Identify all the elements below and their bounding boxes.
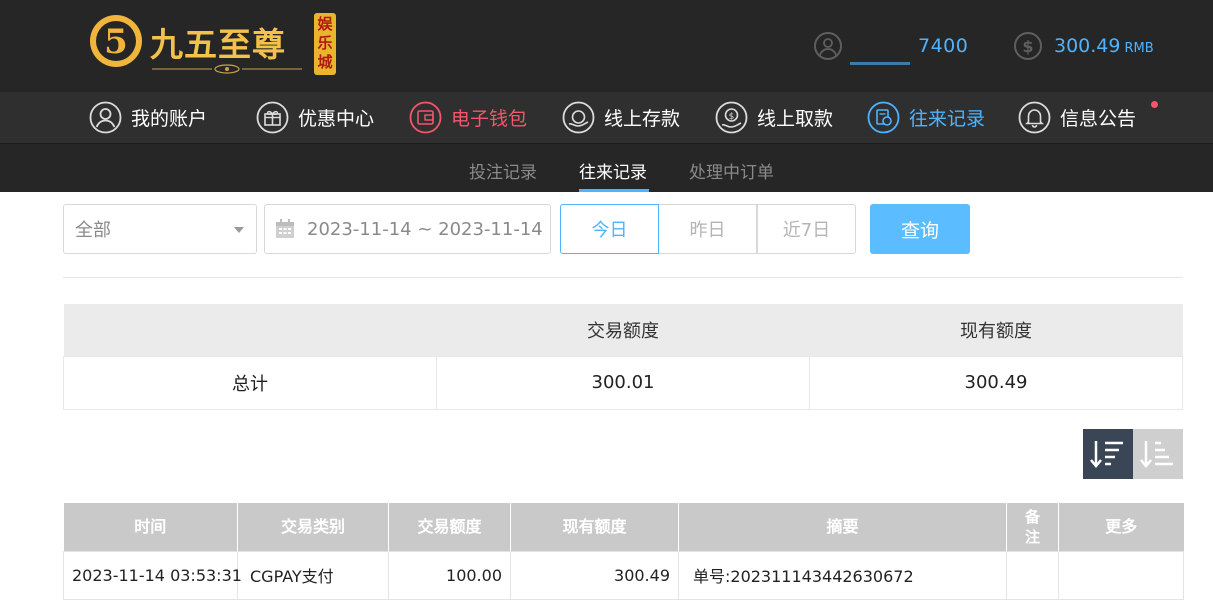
nav-e-wallet[interactable]: 电子钱包 <box>409 101 527 134</box>
today-button[interactable]: 今日 <box>560 204 659 254</box>
top-header: 5 九五至尊 娱乐城 7400 $ 300.49 RMB <box>0 0 1213 92</box>
nav-announcements[interactable]: 信息公告 <box>1018 101 1136 134</box>
yesterday-button[interactable]: 昨日 <box>658 204 757 254</box>
sort-descending-icon <box>1090 441 1123 468</box>
tab-transaction-records[interactable]: 往来记录 <box>579 158 647 183</box>
calendar-icon <box>276 219 294 238</box>
col-note[interactable]: 备注 <box>1006 503 1059 551</box>
summary-header-transaction-amount: 交易额度 <box>436 304 810 356</box>
nav-label: 我的账户 <box>131 108 208 130</box>
query-button[interactable]: 查询 <box>870 204 970 254</box>
nav-label: 线上取款 <box>757 108 834 130</box>
wallet-icon <box>409 101 442 134</box>
nav-label: 信息公告 <box>1060 108 1137 130</box>
chevron-down-icon <box>234 227 244 233</box>
bell-icon <box>1018 101 1051 134</box>
summary-header-current-amount: 现有额度 <box>809 304 1183 356</box>
svg-text:5: 5 <box>104 22 128 62</box>
col-summary[interactable]: 摘要 <box>678 503 1007 551</box>
gift-icon <box>256 101 289 134</box>
nav-online-withdraw[interactable]: $ 线上取款 <box>715 101 833 134</box>
cell-time: 2023-11-14 03:53:31 <box>63 550 242 600</box>
nav-label: 优惠中心 <box>298 108 375 130</box>
username: 7400 <box>850 35 968 65</box>
cell-note <box>1006 550 1059 600</box>
logo-ornament-icon <box>152 64 302 74</box>
summary-current-amount: 300.49 <box>809 355 1183 410</box>
tab-pending-orders[interactable]: 处理中订单 <box>689 158 774 183</box>
withdraw-icon: $ <box>715 101 748 134</box>
sub-nav: 投注记录 往来记录 处理中订单 <box>0 143 1213 192</box>
cell-balance: 300.49 <box>510 550 679 600</box>
main-nav: 我的账户 优惠中心 电子钱包 线上存款 $ 线上取款 往来记录 信息公告 <box>0 92 1213 143</box>
logo-badge: 娱乐城 <box>314 13 336 75</box>
summary-header-label <box>63 304 437 356</box>
notification-dot <box>1151 101 1158 108</box>
col-more[interactable]: 更多 <box>1058 503 1184 551</box>
balance-amount: 300.49 RMB <box>1054 35 1154 57</box>
divider <box>63 277 1183 278</box>
sort-ascending-icon <box>1140 441 1173 468</box>
records-icon <box>867 101 900 134</box>
sort-descending-button[interactable] <box>1083 429 1133 479</box>
nav-label: 往来记录 <box>909 108 986 130</box>
date-range-value: 2023-11-14 ~ 2023-11-14 <box>307 218 543 240</box>
tab-bet-records[interactable]: 投注记录 <box>469 158 537 183</box>
summary-total-label: 总计 <box>63 355 437 410</box>
col-amount[interactable]: 交易额度 <box>388 503 511 551</box>
cell-type: CGPAY支付 <box>237 550 389 600</box>
svg-text:$: $ <box>729 112 735 122</box>
logo-text: 九五至尊 <box>150 25 286 64</box>
cell-summary: 单号:202311143442630672 <box>678 550 1007 600</box>
summary-table: 交易额度 现有额度 总计 300.01 300.49 <box>63 304 1183 410</box>
active-tab-indicator <box>579 189 649 192</box>
summary-transaction-amount: 300.01 <box>436 355 810 410</box>
type-select-value: 全部 <box>75 220 111 241</box>
deposit-icon <box>562 101 595 134</box>
balance-info: $ 300.49 RMB <box>1014 31 1154 61</box>
user-info[interactable]: 7400 <box>814 31 968 65</box>
type-select[interactable]: 全部 <box>63 204 257 254</box>
svg-text:$: $ <box>1022 37 1033 56</box>
summary-total-row: 总计 300.01 300.49 <box>63 355 1183 410</box>
sort-ascending-button[interactable] <box>1133 429 1183 479</box>
col-balance[interactable]: 现有额度 <box>510 503 679 551</box>
col-type[interactable]: 交易类别 <box>237 503 389 551</box>
table-row[interactable]: 2023-11-14 03:53:31 CGPAY支付 100.00 300.4… <box>63 550 1184 600</box>
date-range-input[interactable]: 2023-11-14 ~ 2023-11-14 <box>264 204 551 254</box>
nav-label: 电子钱包 <box>451 108 528 130</box>
col-time[interactable]: 时间 <box>63 503 238 551</box>
cell-amount: 100.00 <box>388 550 511 600</box>
nav-online-deposit[interactable]: 线上存款 <box>562 101 680 134</box>
nav-transaction-records[interactable]: 往来记录 <box>867 101 985 134</box>
nav-label: 线上存款 <box>604 108 681 130</box>
records-header-row: 时间 交易类别 交易额度 现有额度 摘要 备注 更多 <box>63 503 1184 551</box>
nav-my-account[interactable]: 我的账户 <box>89 101 207 134</box>
user-avatar-icon <box>814 32 842 60</box>
cell-more[interactable] <box>1058 550 1184 600</box>
summary-header-row: 交易额度 现有额度 <box>63 304 1183 356</box>
nav-promotions[interactable]: 优惠中心 <box>256 101 374 134</box>
records-table: 时间 交易类别 交易额度 现有额度 摘要 备注 更多 2023-11-14 03… <box>63 503 1184 600</box>
last-7-days-button[interactable]: 近7日 <box>757 204 856 254</box>
user-circle-icon <box>89 101 122 134</box>
dollar-icon: $ <box>1014 32 1042 60</box>
